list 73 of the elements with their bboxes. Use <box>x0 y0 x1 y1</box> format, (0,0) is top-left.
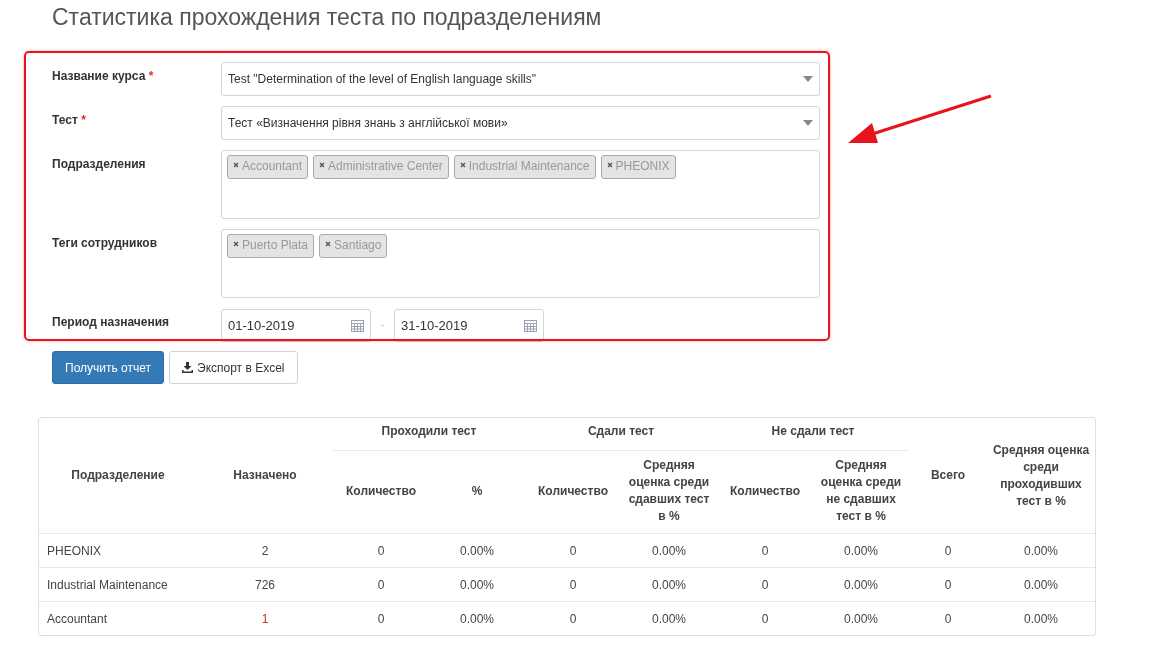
column-header: Всего <box>909 418 987 534</box>
dropdown-caret-icon <box>803 76 813 82</box>
table-cell: 0 <box>333 533 429 568</box>
remove-icon[interactable] <box>325 241 332 247</box>
select-field[interactable]: Test "Determination of the level of English language skills" <box>221 62 820 96</box>
table-cell: 0 <box>525 601 621 635</box>
column-header: Количество <box>717 450 813 534</box>
table-cell: 0.00% <box>429 567 525 602</box>
table-cell: 0 <box>717 601 813 635</box>
column-group-header: Не сдали тест <box>717 418 909 451</box>
column-group-header: Проходили тест <box>333 418 525 451</box>
tag-chip[interactable]: Santiago <box>319 234 388 258</box>
tag-chip[interactable]: Accountant <box>227 155 309 179</box>
tag-chip[interactable]: PHEONIX <box>600 155 676 179</box>
table-cell: 0.00% <box>813 567 909 602</box>
select-field[interactable]: Тест «Визначення рівня знань з англійської мови» <box>221 106 820 140</box>
table-cell: 726 <box>197 567 333 602</box>
column-header: Назначено <box>197 418 333 534</box>
table-cell: 0.00% <box>429 601 525 635</box>
tag-input-field[interactable]: Puerto Plata Santiago <box>221 229 820 298</box>
export-excel-button[interactable]: Экспорт в Excel <box>169 351 298 384</box>
remove-icon[interactable] <box>459 162 466 168</box>
table-cell: 0.00% <box>621 601 717 635</box>
table-cell: 0.00% <box>987 601 1095 635</box>
page-title: Статистика прохождения теста по подразделениям <box>51 3 603 32</box>
remove-icon[interactable] <box>606 162 613 168</box>
field-label: Подразделения <box>52 156 147 173</box>
column-header: % <box>429 450 525 534</box>
column-header: Количество <box>333 450 429 534</box>
table-cell: 0.00% <box>987 567 1095 602</box>
table-cell: 0 <box>909 567 987 602</box>
range-separator: - <box>379 317 386 332</box>
table-cell: 0 <box>525 567 621 602</box>
table-cell: 0 <box>525 533 621 568</box>
table-cell: 0.00% <box>987 533 1095 568</box>
column-header: Средняя оценка среди сдавших тест в % <box>621 450 717 534</box>
table-cell: 0.00% <box>429 533 525 568</box>
table-cell: 0.00% <box>621 567 717 602</box>
table-cell: 0 <box>717 567 813 602</box>
column-header: Средняя оценка среди проходивших тест в % <box>987 418 1095 534</box>
tag-chip[interactable]: Industrial Maintenance <box>453 155 596 179</box>
tag-input-field[interactable]: Accountant Administrative Center Industrial Maintenance PHEONIX <box>221 150 820 219</box>
remove-icon[interactable] <box>319 162 326 168</box>
column-group-header: Сдали тест <box>525 418 717 451</box>
column-header: Средняя оценка среди не сдавших тест в % <box>813 450 909 534</box>
column-header: Количество <box>525 450 621 534</box>
table-cell: 0 <box>333 601 429 635</box>
table-cell: 0.00% <box>813 601 909 635</box>
table-cell: 0 <box>909 601 987 635</box>
table-cell: 0 <box>909 533 987 568</box>
table-cell: 1 <box>197 601 333 635</box>
dropdown-caret-icon <box>803 120 813 126</box>
table-cell: 0 <box>333 567 429 602</box>
date-field[interactable]: 01-10-2019 <box>221 309 371 342</box>
remove-icon[interactable] <box>233 162 239 168</box>
table-cell: Industrial Maintenance <box>39 567 197 602</box>
field-label: Тест * <box>52 112 87 129</box>
tag-chip[interactable]: Administrative Center <box>313 155 449 179</box>
table-cell: 2 <box>197 533 333 568</box>
get-report-button[interactable]: Получить отчет <box>52 351 164 384</box>
table-cell: 0.00% <box>813 533 909 568</box>
download-icon <box>182 362 193 373</box>
column-header: Подразделение <box>39 418 197 534</box>
table-cell: 0 <box>717 533 813 568</box>
table-cell: PHEONIX <box>39 533 197 568</box>
date-field[interactable]: 31-10-2019 <box>394 309 544 342</box>
tag-chip[interactable]: Puerto Plata <box>227 234 315 258</box>
table-cell: Accountant <box>39 601 197 635</box>
field-label: Период назначения <box>52 314 171 331</box>
field-label: Теги сотрудников <box>52 235 159 252</box>
table-cell: 0.00% <box>621 533 717 568</box>
field-label: Название курса * <box>52 68 155 85</box>
remove-icon[interactable] <box>233 241 239 247</box>
